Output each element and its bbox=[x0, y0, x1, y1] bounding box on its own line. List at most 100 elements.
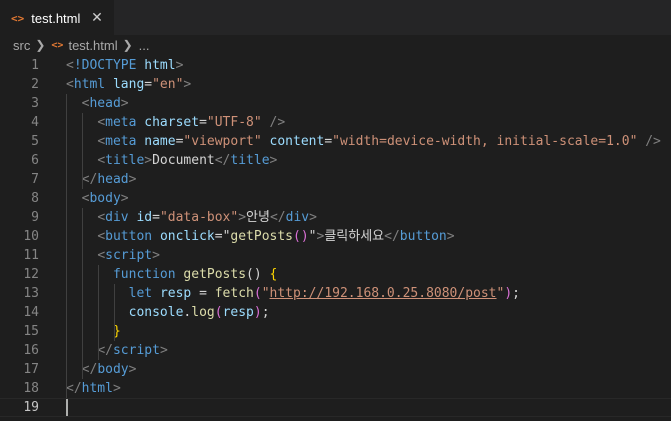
code-token: ( bbox=[253, 286, 262, 301]
line-number: 7 bbox=[31, 172, 39, 187]
code-token: () bbox=[293, 229, 309, 244]
code-line[interactable]: 1 <!DOCTYPE html> bbox=[0, 56, 671, 75]
code-token: > bbox=[309, 210, 317, 225]
breadcrumb-more[interactable]: ... bbox=[139, 38, 150, 53]
code-line[interactable]: 14 console.log(resp); bbox=[0, 303, 671, 322]
breadcrumb-file[interactable]: test.html bbox=[68, 38, 117, 53]
chevron-right-icon: ❯ bbox=[122, 38, 133, 52]
code-line[interactable]: 13 let resp = fetch("http://192.168.0.25… bbox=[0, 284, 671, 303]
code-token: </ bbox=[384, 229, 400, 244]
code-token: </ bbox=[214, 153, 231, 168]
code-token: </ bbox=[269, 210, 286, 225]
code-token: getPosts bbox=[230, 229, 294, 244]
tab-test-html[interactable]: <> test.html ✕ bbox=[0, 0, 114, 35]
code-line[interactable]: 9 <div id="data-box">안녕</div> bbox=[0, 208, 671, 227]
code-token: > bbox=[128, 362, 137, 377]
code-line[interactable]: 11 <script> bbox=[0, 246, 671, 265]
code-line[interactable]: 2 <html lang="en"> bbox=[0, 75, 671, 94]
line-number: 13 bbox=[23, 286, 39, 301]
line-number: 5 bbox=[31, 134, 39, 149]
code-line[interactable]: 18 </html> bbox=[0, 379, 671, 398]
code-line[interactable]: 6 <title>Document</title> bbox=[0, 151, 671, 170]
code-line[interactable]: 8 <body> bbox=[0, 189, 671, 208]
code-token: name bbox=[144, 134, 176, 149]
line-number: 1 bbox=[31, 58, 39, 73]
code-token: fetch bbox=[214, 286, 254, 301]
code-token: function bbox=[112, 267, 176, 282]
code-token: body bbox=[89, 191, 121, 206]
code-token: > bbox=[269, 153, 278, 168]
code-token: </ bbox=[81, 362, 98, 377]
code-line[interactable]: 17 </body> bbox=[0, 360, 671, 379]
code-token: > bbox=[152, 248, 160, 263]
tab-label: test.html bbox=[31, 10, 81, 26]
line-number: 17 bbox=[23, 362, 39, 377]
code-token: id bbox=[136, 210, 153, 225]
code-token: > bbox=[238, 210, 247, 225]
code-text: </head> bbox=[66, 170, 137, 189]
code-token: title bbox=[230, 153, 270, 168]
code-line[interactable]: 10 <button onclick="getPosts()">클릭하세요</b… bbox=[0, 227, 671, 246]
code-token: content bbox=[269, 134, 325, 149]
code-token: "en" bbox=[152, 77, 184, 92]
code-line[interactable]: 7 </head> bbox=[0, 170, 671, 189]
code-token: < bbox=[97, 153, 106, 168]
tab-bar: <> test.html ✕ bbox=[0, 0, 671, 35]
code-text: <meta charset="UTF-8" /> bbox=[66, 113, 285, 132]
code-token: = bbox=[144, 77, 153, 92]
code-token: div bbox=[105, 210, 129, 225]
code-token: " bbox=[261, 286, 270, 301]
code-text: } bbox=[66, 322, 121, 341]
code-token: "viewport" bbox=[183, 134, 262, 149]
code-line[interactable]: 5 <meta name="viewport" content="width=d… bbox=[0, 132, 671, 151]
code-text: <!DOCTYPE html> bbox=[66, 56, 183, 75]
code-token: = bbox=[199, 115, 207, 130]
indent-guide bbox=[82, 113, 83, 189]
code-token: < bbox=[97, 134, 106, 149]
code-line[interactable]: 16 </script> bbox=[0, 341, 671, 360]
code-text: <title>Document</title> bbox=[66, 151, 277, 170]
code-text: </html> bbox=[66, 379, 121, 398]
code-token: "width=device-width, initial-scale=1.0" bbox=[332, 134, 638, 149]
code-text: <meta name="viewport" content="width=dev… bbox=[66, 132, 661, 151]
code-text: </body> bbox=[66, 360, 137, 379]
code-editor[interactable]: 1 <!DOCTYPE html> 2 <html lang="en"> 3 <head… bbox=[0, 56, 671, 421]
indent-guide bbox=[66, 94, 67, 398]
code-text: <button onclick="getPosts()">클릭하세요</butt… bbox=[66, 227, 454, 246]
code-line[interactable]: 15 } bbox=[0, 322, 671, 341]
code-text bbox=[66, 399, 68, 416]
code-line[interactable]: 3 <head> bbox=[0, 94, 671, 113]
code-token: "UTF-8" bbox=[206, 115, 262, 130]
code-token: = bbox=[214, 229, 223, 244]
code-token: head bbox=[97, 172, 129, 187]
code-token: charset bbox=[144, 115, 200, 130]
close-icon[interactable]: ✕ bbox=[90, 10, 104, 26]
code-text: <body> bbox=[66, 189, 129, 208]
chevron-right-icon: ❯ bbox=[35, 38, 46, 52]
code-token: body bbox=[97, 362, 129, 377]
breadcrumb-folder[interactable]: src bbox=[13, 38, 30, 53]
breadcrumb: src ❯ <> test.html ❯ ... bbox=[0, 35, 671, 55]
line-number: 8 bbox=[31, 191, 39, 206]
code-line[interactable]: 12 function getPosts() { bbox=[0, 265, 671, 284]
code-token: http://192.168.0.25.8080/post bbox=[269, 286, 497, 301]
line-number: 4 bbox=[31, 115, 39, 130]
code-token: resp bbox=[159, 286, 192, 301]
code-line[interactable]: 4 <meta charset="UTF-8" /> bbox=[0, 113, 671, 132]
code-token: console bbox=[128, 305, 184, 320]
code-token: > bbox=[120, 96, 129, 111]
line-number: 16 bbox=[23, 343, 39, 358]
code-token: log bbox=[191, 305, 215, 320]
line-number: 14 bbox=[23, 305, 39, 320]
code-token: = bbox=[324, 134, 333, 149]
code-token: "data-box" bbox=[159, 210, 239, 225]
code-token: < bbox=[97, 248, 106, 263]
code-token: > bbox=[159, 343, 168, 358]
line-number: 11 bbox=[23, 248, 39, 263]
code-line[interactable]: 19 bbox=[0, 398, 671, 417]
